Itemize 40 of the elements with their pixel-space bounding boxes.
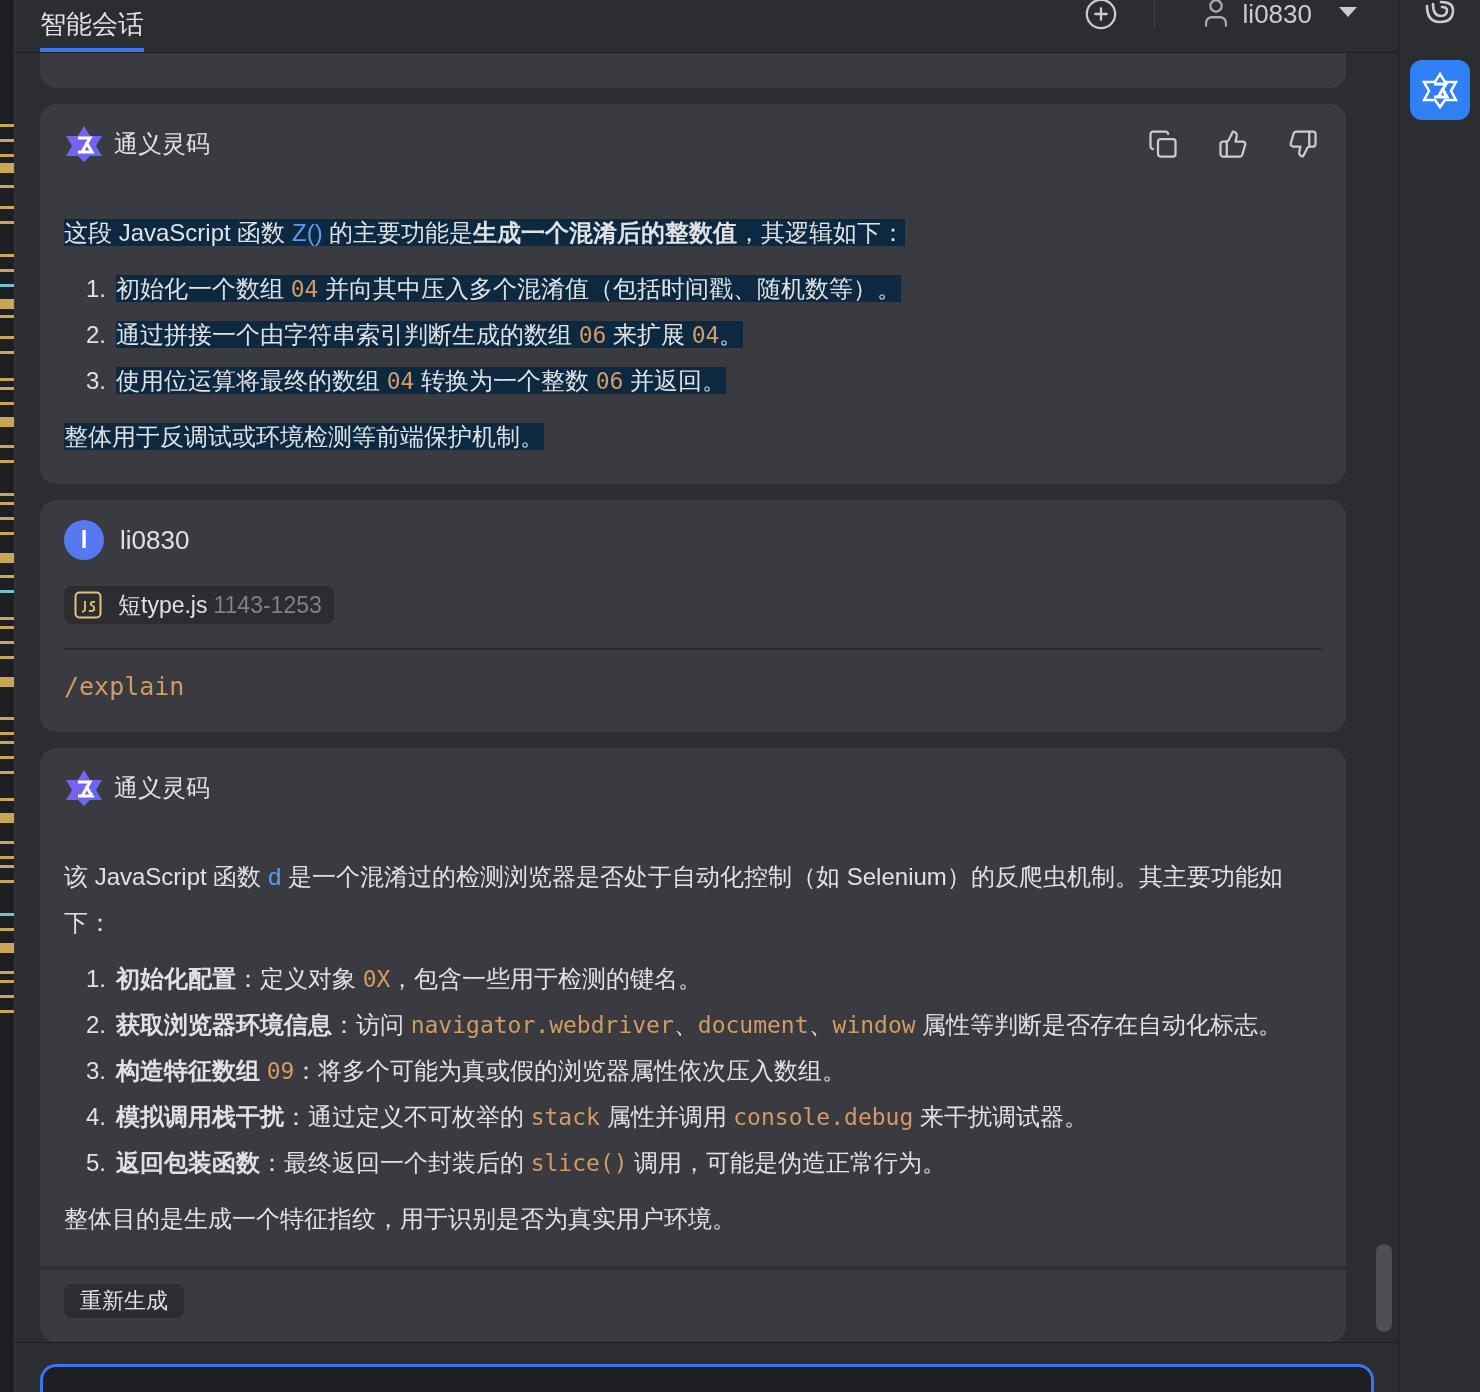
bot-name: 通义灵码	[114, 129, 210, 159]
list-number: 3.	[85, 1056, 107, 1086]
list-item-text: 构造特征数组 09：将多个可能为真或假的浏览器属性依次压入数组。	[116, 1056, 848, 1086]
message-paragraph: 这段 JavaScript 函数 Z() 的主要功能是生成一个混淆后的整数值，其逻辑如下：	[64, 218, 907, 248]
star-logo-icon	[64, 124, 104, 164]
assistant-logo-icon[interactable]	[1409, 60, 1470, 120]
list-number: 2.	[85, 320, 107, 350]
scrollbar-thumb[interactable]	[1376, 1244, 1392, 1332]
thumbs-up-icon[interactable]	[1218, 129, 1248, 159]
list-item-text: 模拟调用栈干扰：通过定义不可枚举的 stack 属性并调用 console.debug 来干扰调试器。	[116, 1102, 1089, 1132]
star-logo-icon	[64, 768, 104, 808]
message-paragraph: 整体用于反调试或环境检测等前端保护机制。	[64, 422, 545, 452]
list-item-text: 使用位运算将最终的数组 04 转换为一个整数 06 并返回。	[116, 366, 728, 396]
list-number: 1.	[85, 964, 107, 994]
list-number: 3.	[85, 366, 107, 396]
message-paragraph: 该 JavaScript 函数 d 是一个混淆过的检测浏览器是否处于自动化控制（如 Selenium）的反爬虫机制。其主要功能如下：	[64, 862, 1284, 938]
list-item-text: 返回包装函数：最终返回一个封装后的 slice() 调用，可能是伪造正常行为。	[116, 1148, 948, 1178]
list-number: 5.	[85, 1148, 107, 1178]
account-name[interactable]: li0830	[1242, 0, 1312, 28]
list-number: 2.	[85, 1010, 107, 1040]
regenerate-button[interactable]: 重新生成	[64, 1284, 184, 1318]
file-chip[interactable]: 短type.js 1143-1253	[64, 586, 334, 624]
file-name: 短type.js	[118, 590, 208, 620]
caret-icon[interactable]	[1338, 6, 1358, 18]
command-text: /explain	[64, 672, 186, 702]
message-paragraph: 整体目的是生成一个特征指纹，用于识别是否为真实用户环境。	[64, 1204, 737, 1234]
list-number: 4.	[85, 1102, 107, 1132]
list-item-text: 通过拼接一个由字符串索引判断生成的数组 06 来扩展 04。	[116, 320, 745, 350]
list-item-text: 初始化一个数组 04 并向其中压入多个混淆值（包括时间戳、随机数等）。	[116, 274, 903, 304]
user-avatar: l	[64, 520, 104, 560]
new-chat-icon[interactable]	[1083, 0, 1118, 31]
user-name: li0830	[120, 523, 190, 557]
copy-icon[interactable]	[1148, 129, 1178, 159]
list-number: 1.	[85, 274, 107, 304]
bot-name: 通义灵码	[114, 773, 210, 803]
thumbs-down-icon[interactable]	[1288, 129, 1318, 159]
list-item-text: 初始化配置：定义对象 0X，包含一些用于检测的键名。	[116, 964, 704, 994]
list-item-text: 获取浏览器环境信息：访问 navigator.webdriver、document、window 属性等判断是否存在自动化标志。	[116, 1010, 1284, 1040]
line-range: 1143-1253	[213, 590, 322, 620]
js-file-icon	[74, 591, 102, 619]
